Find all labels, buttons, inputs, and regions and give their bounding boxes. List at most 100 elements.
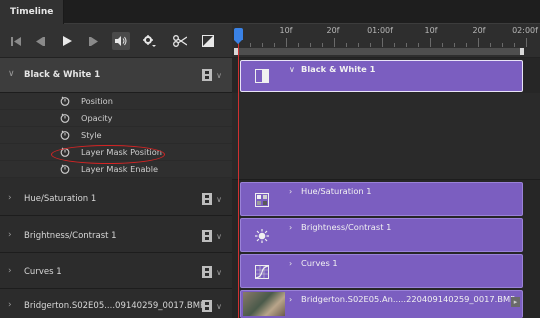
ruler-tick <box>298 43 299 47</box>
ruler-tick <box>382 38 383 47</box>
ruler-tick <box>442 43 443 47</box>
ruler-tick <box>502 43 503 47</box>
ruler-tick <box>346 43 347 47</box>
ruler-tick-label: 10f <box>279 26 293 35</box>
chevron-right-icon[interactable]: › <box>8 266 12 276</box>
property-row-position[interactable]: Position <box>0 93 232 110</box>
stopwatch-icon[interactable] <box>60 164 70 174</box>
clip-brightness-contrast[interactable]: › Brightness/Contrast 1 <box>240 218 523 252</box>
ruler-tick <box>370 43 371 47</box>
ruler-tick <box>250 43 251 47</box>
first-frame-icon <box>11 36 21 46</box>
film-strip-icon[interactable] <box>202 193 212 205</box>
scissors-icon <box>173 35 187 47</box>
chevron-right-icon[interactable]: › <box>8 230 12 240</box>
split-button[interactable] <box>171 32 189 50</box>
settings-button[interactable] <box>140 32 158 50</box>
clip-hue-saturation[interactable]: › Hue/Saturation 1 <box>240 182 523 216</box>
property-row-opacity[interactable]: Opacity <box>0 110 232 127</box>
next-frame-button[interactable] <box>85 32 103 50</box>
stopwatch-icon[interactable] <box>60 96 70 106</box>
layer-row-brightness-contrast[interactable]: › Brightness/Contrast 1 ∨ <box>0 217 232 253</box>
ruler-tick <box>262 43 263 47</box>
clip-label: Hue/Saturation 1 <box>301 186 372 196</box>
ruler-tick <box>358 43 359 47</box>
ruler-tick-label: 20f <box>326 26 340 35</box>
chevron-right-icon[interactable]: › <box>289 187 292 196</box>
clip-label: Curves 1 <box>301 258 338 268</box>
property-track-band <box>232 93 540 180</box>
property-label: Style <box>81 130 102 140</box>
collapse-chevron-icon[interactable]: ∨ <box>289 65 295 74</box>
time-ruler[interactable]: 10f 20f 01:00f 10f 20f 02:00f <box>232 24 540 58</box>
stopwatch-icon[interactable] <box>60 113 70 123</box>
video-thumbnail <box>243 292 285 316</box>
chevron-down-icon[interactable]: ∨ <box>216 71 222 80</box>
layer-name: Curves 1 <box>24 267 62 277</box>
ruler-tick <box>310 43 311 47</box>
next-frame-icon <box>89 36 98 46</box>
stopwatch-icon[interactable] <box>60 130 70 140</box>
first-frame-button[interactable] <box>7 32 25 50</box>
ruler-tick <box>526 38 527 47</box>
chevron-down-icon[interactable]: ∨ <box>216 195 222 204</box>
chevron-right-icon[interactable]: › <box>8 193 12 203</box>
property-label: Position <box>81 96 113 106</box>
chevron-down-icon[interactable]: ∨ <box>216 232 222 241</box>
clip-end-arrow-icon[interactable]: ▸ <box>511 297 520 307</box>
curves-icon <box>255 265 269 279</box>
chevron-down-icon[interactable]: ∨ <box>216 302 222 311</box>
layer-name: Hue/Saturation 1 <box>24 194 97 204</box>
ruler-tick <box>514 43 515 47</box>
film-strip-icon[interactable] <box>202 69 212 81</box>
layer-row-bridgerton[interactable]: › Bridgerton.S02E05....09140259_0017.BMP… <box>0 290 232 318</box>
work-area-end-handle[interactable] <box>520 48 524 55</box>
clip-bridgerton[interactable]: › Bridgerton.S02E05.An.....220409140259_… <box>240 290 523 318</box>
transition-button[interactable] <box>199 32 217 50</box>
layer-row-curves[interactable]: › Curves 1 ∨ <box>0 253 232 289</box>
ruler-tick <box>274 43 275 47</box>
chevron-down-icon[interactable]: ∨ <box>216 268 222 277</box>
playhead-handle[interactable] <box>234 28 243 44</box>
ruler-tick <box>406 43 407 47</box>
annotation-circle <box>51 145 165 164</box>
work-area-bar[interactable] <box>234 48 524 55</box>
property-row-style[interactable]: Style <box>0 127 232 144</box>
ruler-tick <box>478 38 479 47</box>
layer-name: Black & White 1 <box>24 70 101 80</box>
ruler-tick <box>286 38 287 47</box>
property-label: Opacity <box>81 113 113 123</box>
layer-row-hue-saturation[interactable]: › Hue/Saturation 1 ∨ <box>0 180 232 216</box>
ruler-tick <box>418 43 419 47</box>
chevron-right-icon[interactable]: › <box>289 223 292 232</box>
clip-curves[interactable]: › Curves 1 <box>240 254 523 288</box>
ruler-tick <box>490 43 491 47</box>
clip-black-white[interactable]: ∨ Black & White 1 <box>240 60 523 92</box>
play-icon <box>62 36 72 46</box>
chevron-right-icon[interactable]: › <box>289 259 292 268</box>
black-white-adjustment-icon <box>255 69 269 83</box>
clip-label: Bridgerton.S02E05.An.....220409140259_00… <box>301 294 516 304</box>
layer-list: ∨ Black & White 1 ∨ Position Opacity Sty… <box>0 58 232 318</box>
film-strip-icon[interactable] <box>202 300 212 312</box>
film-strip-icon[interactable] <box>202 230 212 242</box>
timeline-toolbar <box>0 24 232 58</box>
ruler-tick-label: 10f <box>424 26 438 35</box>
previous-frame-button[interactable] <box>31 32 49 50</box>
audio-button[interactable] <box>112 32 130 50</box>
transition-icon <box>202 35 214 47</box>
tab-timeline[interactable]: Timeline <box>0 0 65 24</box>
play-button[interactable] <box>58 32 76 50</box>
ruler-tick <box>466 43 467 47</box>
chevron-right-icon[interactable]: › <box>8 300 12 310</box>
ruler-tick <box>322 43 323 47</box>
collapse-chevron-icon[interactable]: ∨ <box>8 69 15 79</box>
film-strip-icon[interactable] <box>202 266 212 278</box>
ruler-tick <box>334 38 335 47</box>
layer-row-black-white[interactable]: ∨ Black & White 1 ∨ <box>0 58 232 93</box>
ruler-tick <box>394 43 395 47</box>
speaker-icon <box>115 36 127 46</box>
ruler-tick-label: 01:00f <box>367 26 393 35</box>
chevron-right-icon[interactable]: › <box>289 295 292 304</box>
panel-tab-bar: Timeline <box>0 0 540 24</box>
